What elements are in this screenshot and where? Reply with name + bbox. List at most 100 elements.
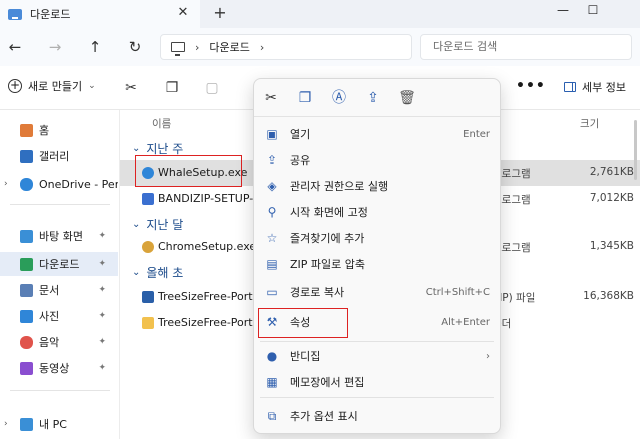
address-field[interactable]: › 다운로드 › bbox=[160, 34, 412, 60]
menu-item-shortcut: Alt+Enter bbox=[441, 316, 490, 328]
sidebar-item-music[interactable]: 음악 ✦ bbox=[0, 330, 118, 354]
context-menu: ✂ ❐ Ⓐ ⇪ 🗑 ▣ 열기 Enter ⇪ 공유 ◈ 관리자 권한으로 실행 … bbox=[253, 78, 501, 434]
sidebar-item-label: 동영상 bbox=[39, 362, 70, 375]
pin-icon[interactable]: ✦ bbox=[98, 363, 106, 373]
back-button[interactable]: ← bbox=[6, 38, 24, 56]
shield-icon: ◈ bbox=[267, 179, 277, 193]
context-menu-quick-actions: ✂ ❐ Ⓐ ⇪ 🗑 bbox=[254, 79, 500, 117]
menu-item-compress-zip[interactable]: ▤ ZIP 파일로 압축 bbox=[254, 251, 500, 277]
pin-icon[interactable]: ✦ bbox=[98, 259, 106, 269]
music-icon bbox=[20, 335, 33, 349]
collapse-chevron-icon[interactable]: ⌄ bbox=[132, 219, 140, 230]
details-pane-icon bbox=[564, 82, 576, 92]
more-options-icon: ⧉ bbox=[267, 409, 277, 423]
desktop-icon bbox=[20, 229, 33, 243]
pin-icon[interactable]: ✦ bbox=[98, 311, 106, 321]
menu-item-open[interactable]: ▣ 열기 Enter bbox=[254, 121, 500, 147]
pin-icon[interactable]: ✦ bbox=[98, 231, 106, 241]
close-tab-icon[interactable]: ✕ bbox=[176, 6, 190, 20]
sidebar-item-label: 사진 bbox=[39, 310, 60, 323]
title-bar: 다운로드 ✕ + — ☐ bbox=[0, 0, 640, 28]
download-icon bbox=[20, 257, 33, 271]
cut-icon[interactable]: ✂ bbox=[262, 89, 280, 107]
sidebar-item-onedrive[interactable]: › OneDrive - Pers bbox=[0, 172, 118, 196]
copy-icon[interactable]: ❐ bbox=[296, 89, 314, 107]
home-icon bbox=[20, 123, 33, 137]
search-input[interactable]: 다운로드 검색 bbox=[420, 34, 632, 60]
up-button[interactable]: ↑ bbox=[86, 38, 104, 56]
expand-chevron-icon[interactable]: › bbox=[4, 179, 8, 189]
sidebar-item-this-pc[interactable]: › 내 PC bbox=[0, 412, 118, 436]
new-tab-button[interactable]: + bbox=[211, 4, 229, 22]
cut-icon[interactable]: ✂ bbox=[122, 79, 140, 97]
sidebar-item-documents[interactable]: 문서 ✦ bbox=[0, 278, 118, 302]
pc-icon bbox=[171, 42, 185, 56]
tab-downloads[interactable]: 다운로드 bbox=[0, 0, 200, 28]
sidebar-item-pictures[interactable]: 사진 ✦ bbox=[0, 304, 118, 328]
column-header-name[interactable]: 이름 bbox=[152, 116, 171, 131]
zip-icon: ▤ bbox=[266, 257, 278, 271]
menu-item-shortcut: Ctrl+Shift+C bbox=[425, 286, 490, 298]
menu-item-edit-notepad[interactable]: ▦ 메모장에서 편집 bbox=[254, 369, 500, 395]
details-button[interactable]: 세부 정보 bbox=[564, 79, 626, 95]
menu-separator bbox=[260, 397, 494, 398]
paste-icon[interactable]: ▢ bbox=[203, 79, 221, 97]
gallery-icon bbox=[20, 149, 33, 163]
forward-button[interactable]: → bbox=[46, 38, 64, 56]
new-button-label: 새로 만들기 bbox=[28, 80, 83, 93]
breadcrumb-downloads[interactable]: 다운로드 bbox=[209, 39, 249, 55]
group-header[interactable]: ⌄ 지난 달 bbox=[132, 216, 183, 233]
share-icon[interactable]: ⇪ bbox=[364, 89, 382, 107]
zip-file-icon bbox=[142, 290, 154, 303]
menu-item-run-as-admin[interactable]: ◈ 관리자 권한으로 실행 bbox=[254, 173, 500, 199]
column-header-size[interactable]: 크기 bbox=[580, 116, 599, 131]
copy-icon[interactable]: ❐ bbox=[163, 79, 181, 97]
group-label: 지난 달 bbox=[146, 218, 184, 232]
address-bar-row: ← → ↑ ↻ › 다운로드 › 다운로드 검색 bbox=[0, 28, 640, 66]
pin-icon: ⚲ bbox=[267, 205, 277, 219]
sidebar-item-label: 내 PC bbox=[39, 418, 67, 431]
menu-item-label: 공유 bbox=[290, 154, 311, 167]
menu-item-copy-path[interactable]: ▭ 경로로 복사 Ctrl+Shift+C bbox=[254, 279, 500, 305]
rename-icon[interactable]: Ⓐ bbox=[330, 89, 348, 107]
sidebar-item-gallery[interactable]: 갤러리 bbox=[0, 144, 118, 168]
menu-item-label: 열기 bbox=[290, 128, 311, 141]
sidebar-item-downloads[interactable]: 다운로드 ✦ bbox=[0, 252, 118, 276]
sidebar-item-label: 바탕 화면 bbox=[39, 230, 83, 243]
more-options-icon[interactable]: ••• bbox=[516, 78, 546, 94]
maximize-button[interactable]: ☐ bbox=[570, 0, 616, 28]
menu-item-pin-start[interactable]: ⚲ 시작 화면에 고정 bbox=[254, 199, 500, 225]
sidebar-item-label: 문서 bbox=[39, 284, 60, 297]
sidebar-item-videos[interactable]: 동영상 ✦ bbox=[0, 356, 118, 380]
scrollbar-thumb[interactable] bbox=[634, 120, 637, 180]
chevron-down-icon: ⌄ bbox=[88, 81, 96, 91]
menu-item-label: 즐겨찾기에 추가 bbox=[290, 232, 365, 245]
download-folder-icon bbox=[8, 8, 22, 20]
menu-item-share[interactable]: ⇪ 공유 bbox=[254, 147, 500, 173]
new-button[interactable]: + 새로 만들기 ⌄ bbox=[8, 78, 96, 94]
share-icon: ⇪ bbox=[266, 153, 278, 167]
chrome-icon bbox=[142, 240, 154, 253]
menu-item-shortcut: Enter bbox=[463, 128, 490, 140]
menu-item-show-more-options[interactable]: ⧉ 추가 옵션 표시 bbox=[254, 403, 500, 429]
collapse-chevron-icon[interactable]: ⌄ bbox=[132, 143, 140, 154]
menu-item-bandizip[interactable]: ● 반디집 › bbox=[254, 343, 500, 369]
pin-icon[interactable]: ✦ bbox=[98, 337, 106, 347]
file-name: ChromeSetup.exe bbox=[158, 240, 257, 253]
menu-item-label: 메모장에서 편집 bbox=[290, 376, 365, 389]
sidebar-item-label: 음악 bbox=[39, 336, 60, 349]
documents-icon bbox=[20, 283, 33, 297]
folder-icon bbox=[142, 316, 154, 329]
menu-item-add-favorites[interactable]: ☆ 즐겨찾기에 추가 bbox=[254, 225, 500, 251]
pin-icon[interactable]: ✦ bbox=[98, 285, 106, 295]
collapse-chevron-icon[interactable]: ⌄ bbox=[132, 267, 140, 278]
sidebar-item-desktop[interactable]: 바탕 화면 ✦ bbox=[0, 224, 118, 248]
delete-icon[interactable]: 🗑 bbox=[398, 89, 416, 107]
group-header[interactable]: ⌄ 올해 초 bbox=[132, 264, 183, 281]
expand-chevron-icon[interactable]: › bbox=[4, 419, 8, 429]
sidebar-item-label: OneDrive - Pers bbox=[39, 177, 118, 191]
refresh-button[interactable]: ↻ bbox=[126, 38, 144, 56]
breadcrumb-chevron-icon[interactable]: › bbox=[195, 41, 199, 54]
breadcrumb-chevron-icon[interactable]: › bbox=[260, 41, 264, 54]
sidebar-item-home[interactable]: 홈 bbox=[0, 118, 118, 142]
